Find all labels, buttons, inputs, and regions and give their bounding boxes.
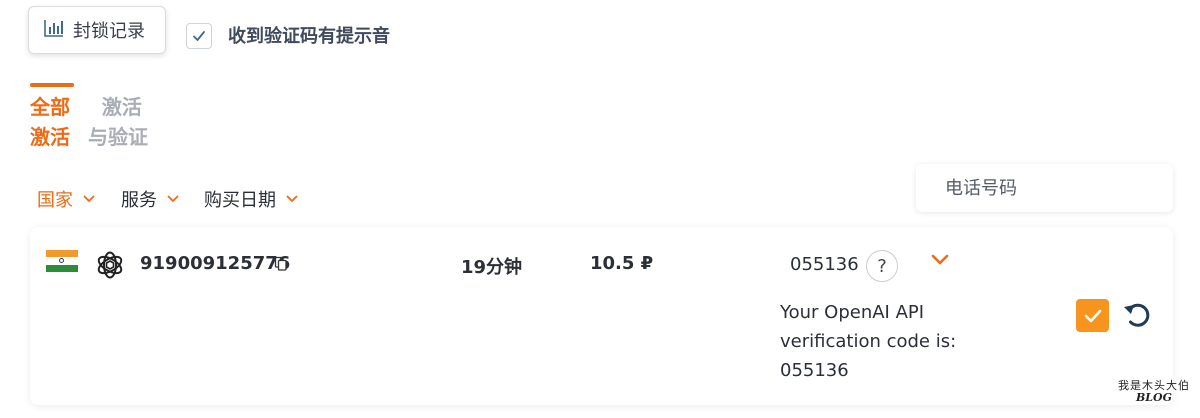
- openai-icon: [97, 251, 123, 279]
- checkmark-icon: [1084, 309, 1101, 322]
- filter-purchase-date-label: 购买日期: [204, 190, 276, 211]
- active-tab-indicator: [30, 83, 74, 87]
- chevron-down-icon: [286, 195, 298, 202]
- tab-activation-verification[interactable]: 激活 与验证: [88, 92, 148, 152]
- confirm-button[interactable]: [1076, 299, 1109, 332]
- refresh-icon[interactable]: [1122, 300, 1152, 330]
- sound-alert-label: 收到验证码有提示音: [228, 26, 390, 47]
- verification-code: 055136: [790, 254, 859, 275]
- chevron-down-icon: [167, 195, 179, 202]
- help-button[interactable]: ?: [866, 250, 898, 282]
- watermark-logo: 我是木头大伯 BLOG: [1118, 380, 1190, 406]
- watermark-line2: BLOG: [1135, 391, 1172, 404]
- bar-chart-icon: [43, 18, 65, 42]
- tab-all-activations[interactable]: 全部 激活: [30, 92, 70, 152]
- filter-country[interactable]: 国家: [37, 186, 95, 212]
- price: 10.5 ₽: [590, 253, 654, 274]
- india-flag-icon: [46, 250, 78, 272]
- filter-country-label: 国家: [37, 190, 73, 211]
- chevron-down-icon[interactable]: [930, 253, 950, 267]
- chevron-down-icon: [83, 195, 95, 202]
- filter-service-label: 服务: [121, 190, 157, 211]
- phone-number: 919009125776: [140, 253, 291, 274]
- copy-icon[interactable]: [274, 256, 288, 272]
- block-log-button[interactable]: 封锁记录: [28, 6, 166, 54]
- duration: 19分钟: [461, 257, 523, 278]
- phone-search-input[interactable]: [916, 164, 1173, 212]
- filter-service[interactable]: 服务: [121, 186, 179, 212]
- filter-purchase-date[interactable]: 购买日期: [204, 186, 298, 212]
- checkmark-icon: [193, 31, 205, 41]
- sound-alert-checkbox[interactable]: [186, 23, 212, 49]
- sms-message: Your OpenAI API verification code is: 05…: [780, 302, 957, 381]
- block-log-label: 封锁记录: [73, 21, 145, 42]
